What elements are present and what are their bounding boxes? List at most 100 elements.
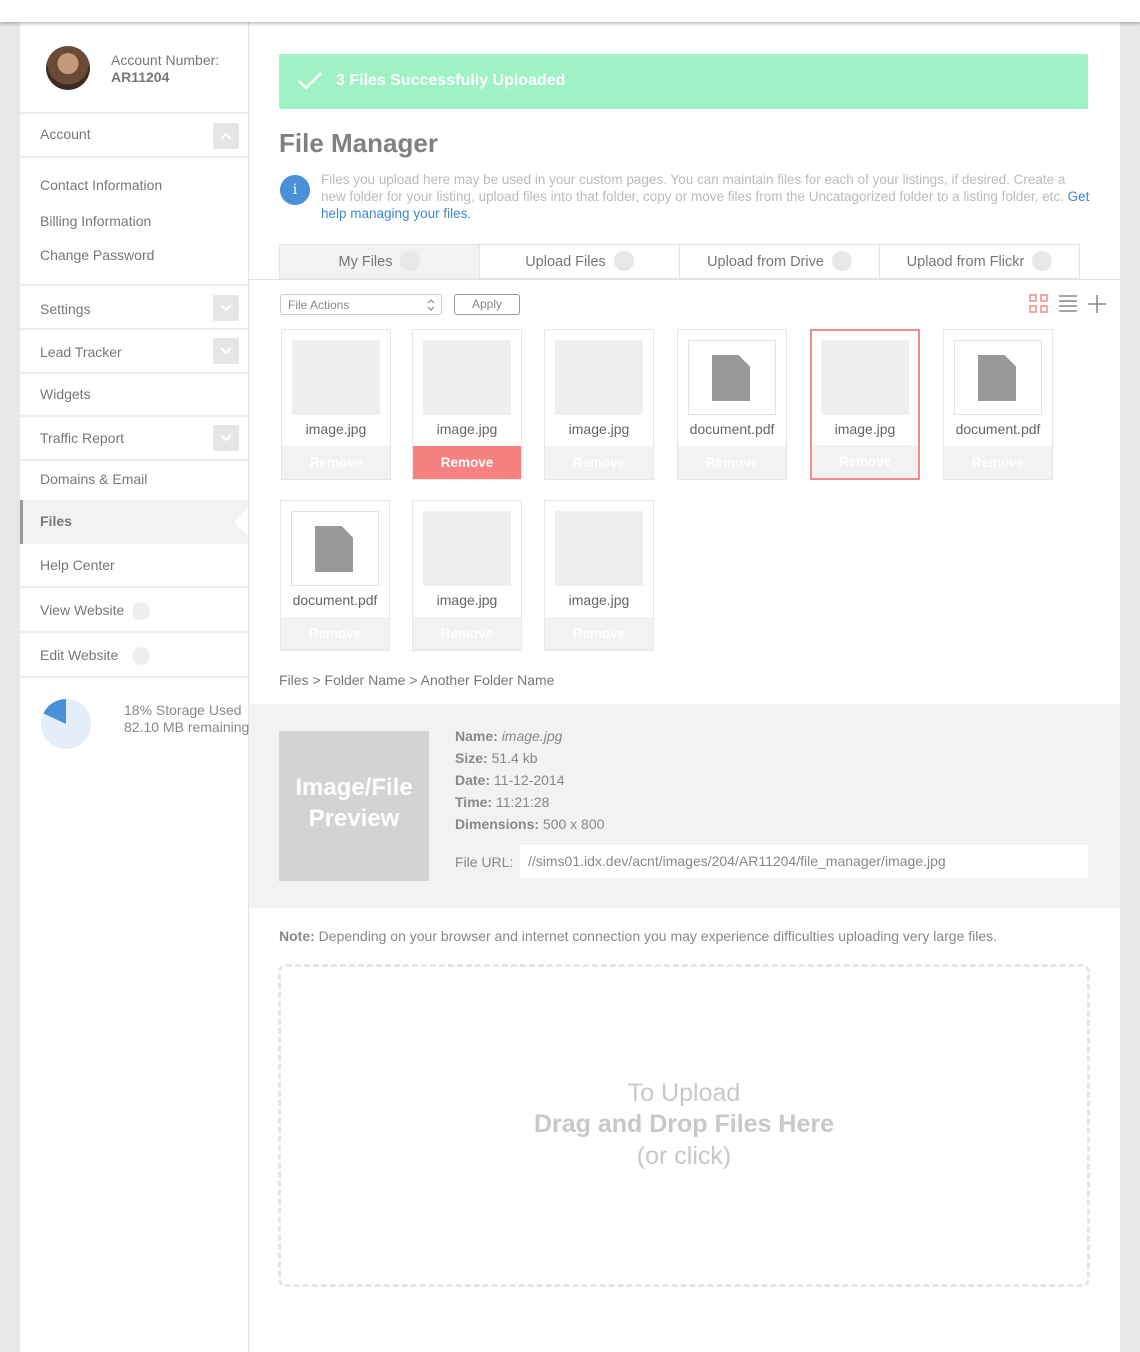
expand-button-lead-tracker[interactable]: [213, 338, 239, 364]
file-url-field[interactable]: //sims01.idx.dev/acnt/images/204/AR11204…: [520, 845, 1088, 878]
image-thumbnail: [292, 340, 380, 415]
tab-upload-from-drive[interactable]: Upload from Drive: [679, 244, 880, 279]
divider: [20, 631, 248, 633]
file-name: image.jpg: [436, 592, 498, 608]
checkmark-icon: [298, 72, 322, 90]
file-tabs: My Files Upload Files Upload from Drive …: [279, 244, 1081, 279]
divider: [20, 459, 248, 461]
file-name: image.jpg: [834, 421, 896, 437]
collapse-button-account[interactable]: [213, 123, 239, 149]
meta-date: Date: 11-12-2014: [455, 772, 564, 788]
document-thumbnail: [688, 340, 776, 415]
file-name: image.jpg: [436, 421, 498, 437]
tab-upload-from-flickr[interactable]: Uplaod from Flickr: [879, 244, 1080, 279]
remove-button[interactable]: Remove: [282, 446, 390, 479]
list-view-icon[interactable]: [1058, 294, 1078, 314]
tabs-divider: [249, 279, 1120, 280]
file-name: document.pdf: [292, 592, 378, 608]
storage-used-text: 18% Storage Used: [124, 702, 242, 718]
meta-label: Date:: [455, 772, 491, 788]
tab-my-files[interactable]: My Files: [279, 244, 480, 279]
document-thumbnail: [954, 340, 1042, 415]
document-icon: [712, 355, 750, 401]
document-icon: [315, 526, 353, 572]
file-tile[interactable]: image.jpg Remove: [412, 329, 522, 480]
file-tile[interactable]: document.pdf Remove: [943, 329, 1053, 480]
file-tile[interactable]: document.pdf Remove: [677, 329, 787, 480]
dropzone-instruction: Drag and Drop Files Here: [533, 1110, 835, 1138]
remove-button[interactable]: Remove: [678, 446, 786, 479]
remove-button[interactable]: Remove: [545, 446, 653, 479]
meta-value: image.jpg: [501, 728, 563, 744]
image-thumbnail: [555, 340, 643, 415]
tab-upload-files[interactable]: Upload Files: [479, 244, 680, 279]
storage-usage: 18% Storage Used 82.10 MB remaining: [40, 698, 249, 755]
storage-remaining-text: 82.10 MB remaining: [124, 719, 250, 735]
file-name: document.pdf: [689, 421, 775, 437]
add-icon[interactable]: [1087, 294, 1107, 314]
account-number: AR11204: [111, 69, 170, 85]
sidebar-item-label: Widgets: [40, 386, 91, 402]
select-arrows-icon: [427, 299, 435, 311]
tab-badge-icon: [831, 250, 852, 271]
sidebar-item-label: Settings: [40, 301, 91, 317]
external-link-icon: [132, 602, 150, 620]
sidebar-item-label: Traffic Report: [40, 430, 125, 446]
remove-button[interactable]: Remove: [545, 617, 653, 650]
dropzone-hint: (or click): [636, 1142, 732, 1170]
upload-dropzone[interactable]: To Upload Drag and Drop Files Here (or c…: [278, 964, 1090, 1287]
preview-label-line1: Image/File: [295, 774, 413, 801]
image-thumbnail: [821, 340, 909, 415]
chevron-down-icon: [220, 434, 232, 442]
meta-time: Time: 11:21:28: [455, 794, 549, 810]
remove-button[interactable]: Remove: [944, 446, 1052, 479]
meta-value: 11:21:28: [495, 794, 550, 810]
sidebar-item-label: Account: [40, 126, 91, 142]
file-tile[interactable]: image.jpg Remove: [412, 500, 522, 651]
file-tile[interactable]: image.jpg Remove: [544, 500, 654, 651]
remove-button[interactable]: Remove: [413, 446, 521, 479]
preview-label-line2: Preview: [308, 805, 400, 832]
sidebar-item-label: Files: [40, 513, 72, 529]
info-description: Files you upload here may be used in you…: [321, 171, 1091, 222]
expand-button-settings[interactable]: [213, 295, 239, 321]
meta-label: Name:: [455, 728, 498, 744]
account-number-label: Account Number:: [111, 52, 220, 68]
remove-button[interactable]: Remove: [812, 445, 918, 478]
sidebar-item-label: Edit Website: [40, 647, 119, 663]
breadcrumb[interactable]: Files > Folder Name > Another Folder Nam…: [279, 672, 554, 688]
upload-note: Note: Depending on your browser and inte…: [279, 928, 997, 944]
file-name: image.jpg: [305, 421, 367, 437]
meta-name: Name: image.jpg: [455, 728, 562, 744]
sidebar-item-label: View Website: [40, 602, 125, 618]
success-banner-text: 3 Files Successfully Uploaded: [336, 72, 566, 89]
tab-label: My Files: [338, 254, 393, 270]
success-banner: 3 Files Successfully Uploaded: [279, 54, 1088, 109]
meta-dimensions: Dimensions: 500 x 800: [455, 816, 604, 832]
remove-button[interactable]: Remove: [281, 617, 389, 650]
active-indicator-notch: [234, 508, 248, 536]
note-text: Depending on your browser and internet c…: [318, 928, 998, 944]
image-thumbnail: [423, 511, 511, 586]
chevron-down-icon: [220, 347, 232, 355]
meta-value: 11-12-2014: [493, 772, 565, 788]
expand-button-traffic-report[interactable]: [213, 425, 239, 451]
grid-view-icon[interactable]: [1029, 294, 1049, 314]
avatar[interactable]: [46, 46, 90, 90]
info-text: Files you upload here may be used in you…: [321, 172, 1066, 204]
apply-button[interactable]: Apply: [454, 294, 520, 315]
file-tile[interactable]: image.jpg Remove: [544, 329, 654, 480]
page-title: File Manager: [279, 128, 438, 158]
remove-button[interactable]: Remove: [413, 617, 521, 650]
file-tile[interactable]: image.jpg Remove: [281, 329, 391, 480]
account-header: Account Number: AR11204: [20, 22, 248, 114]
tab-label: Uplaod from Flickr: [906, 254, 1025, 270]
sidebar-item-label: Lead Tracker: [40, 344, 122, 360]
dropzone-title: To Upload: [627, 1079, 741, 1107]
file-tile[interactable]: document.pdf Remove: [280, 500, 390, 651]
file-actions-select[interactable]: File Actions: [280, 294, 442, 315]
file-tile-selected[interactable]: image.jpg Remove: [810, 329, 920, 480]
file-name: document.pdf: [955, 421, 1041, 437]
external-link-icon: [132, 647, 150, 665]
image-thumbnail: [423, 340, 511, 415]
